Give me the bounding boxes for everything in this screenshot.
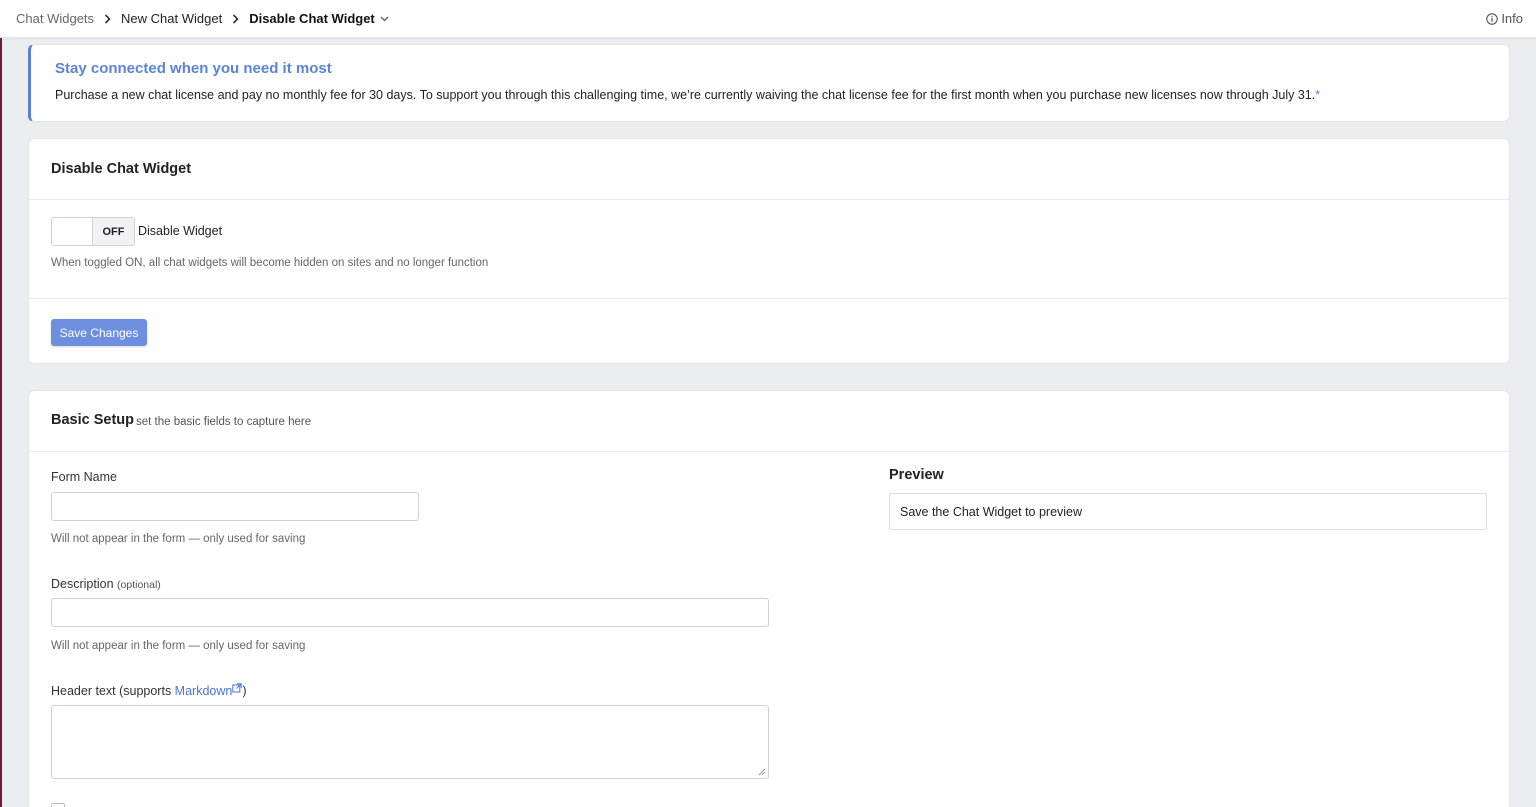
divider [29, 451, 1509, 452]
header-text-input[interactable] [51, 705, 769, 779]
chevron-down-icon[interactable] [380, 16, 389, 22]
window-edge [0, 0, 2, 807]
info-icon [1486, 12, 1499, 25]
form-name-label: Form Name [51, 470, 117, 484]
disable-widget-card: Disable Chat Widget OFF Disable Widget W… [28, 138, 1510, 364]
header-text-label-close: ) [242, 684, 247, 698]
divider [29, 199, 1509, 200]
chevron-right-icon [232, 13, 239, 24]
breadcrumb-new-chat-widget[interactable]: New Chat Widget [121, 11, 222, 26]
header-text-label-text: Header text (supports [51, 684, 175, 698]
toggle-label: Disable Widget [138, 224, 223, 238]
divider [29, 298, 1509, 299]
save-changes-button[interactable]: Save Changes [51, 319, 147, 346]
toggle-state: OFF [92, 218, 134, 245]
option-checkbox[interactable] [51, 803, 65, 807]
promo-notice: Stay connected when you need it most Pur… [28, 44, 1510, 122]
info-label: Info [1501, 11, 1523, 26]
breadcrumb-current[interactable]: Disable Chat Widget [249, 11, 375, 26]
notice-title: Stay connected when you need it most [55, 60, 332, 77]
top-bar: Chat Widgets New Chat Widget Disable Cha… [0, 0, 1536, 38]
toggle-hint: When toggled ON, all chat widgets will b… [51, 257, 489, 269]
section-subtitle: set the basic fields to capture here [136, 416, 312, 428]
description-input[interactable] [51, 598, 769, 627]
disable-widget-toggle[interactable]: OFF [51, 217, 135, 246]
notice-body: Purchase a new chat license and pay no m… [55, 88, 1316, 102]
markdown-link[interactable]: Markdown [175, 684, 233, 698]
optional-tag: (optional) [117, 579, 161, 591]
notice-asterisk: * [1315, 88, 1321, 102]
resize-handle-icon[interactable] [758, 768, 766, 776]
card-title: Disable Chat Widget [51, 161, 192, 177]
preview-title: Preview [889, 467, 944, 483]
form-name-input[interactable] [51, 492, 419, 521]
basic-setup-card: Basic Setup set the basic fields to capt… [28, 390, 1510, 807]
breadcrumb-chat-widgets[interactable]: Chat Widgets [16, 11, 94, 26]
section-title: Basic Setup [51, 412, 134, 428]
description-hint: Will not appear in the form — only used … [51, 640, 306, 652]
form-name-hint: Will not appear in the form — only used … [51, 533, 306, 545]
notice-text: Purchase a new chat license and pay no m… [55, 88, 1320, 102]
description-label-text: Description [51, 577, 114, 591]
preview-box: Save the Chat Widget to preview [889, 493, 1487, 530]
chevron-right-icon [104, 13, 111, 24]
header-text-label: Header text (supports Markdown) [51, 683, 247, 698]
external-link-icon [232, 683, 243, 693]
description-label: Description (optional) [51, 577, 161, 591]
info-button[interactable]: Info [1486, 11, 1523, 26]
